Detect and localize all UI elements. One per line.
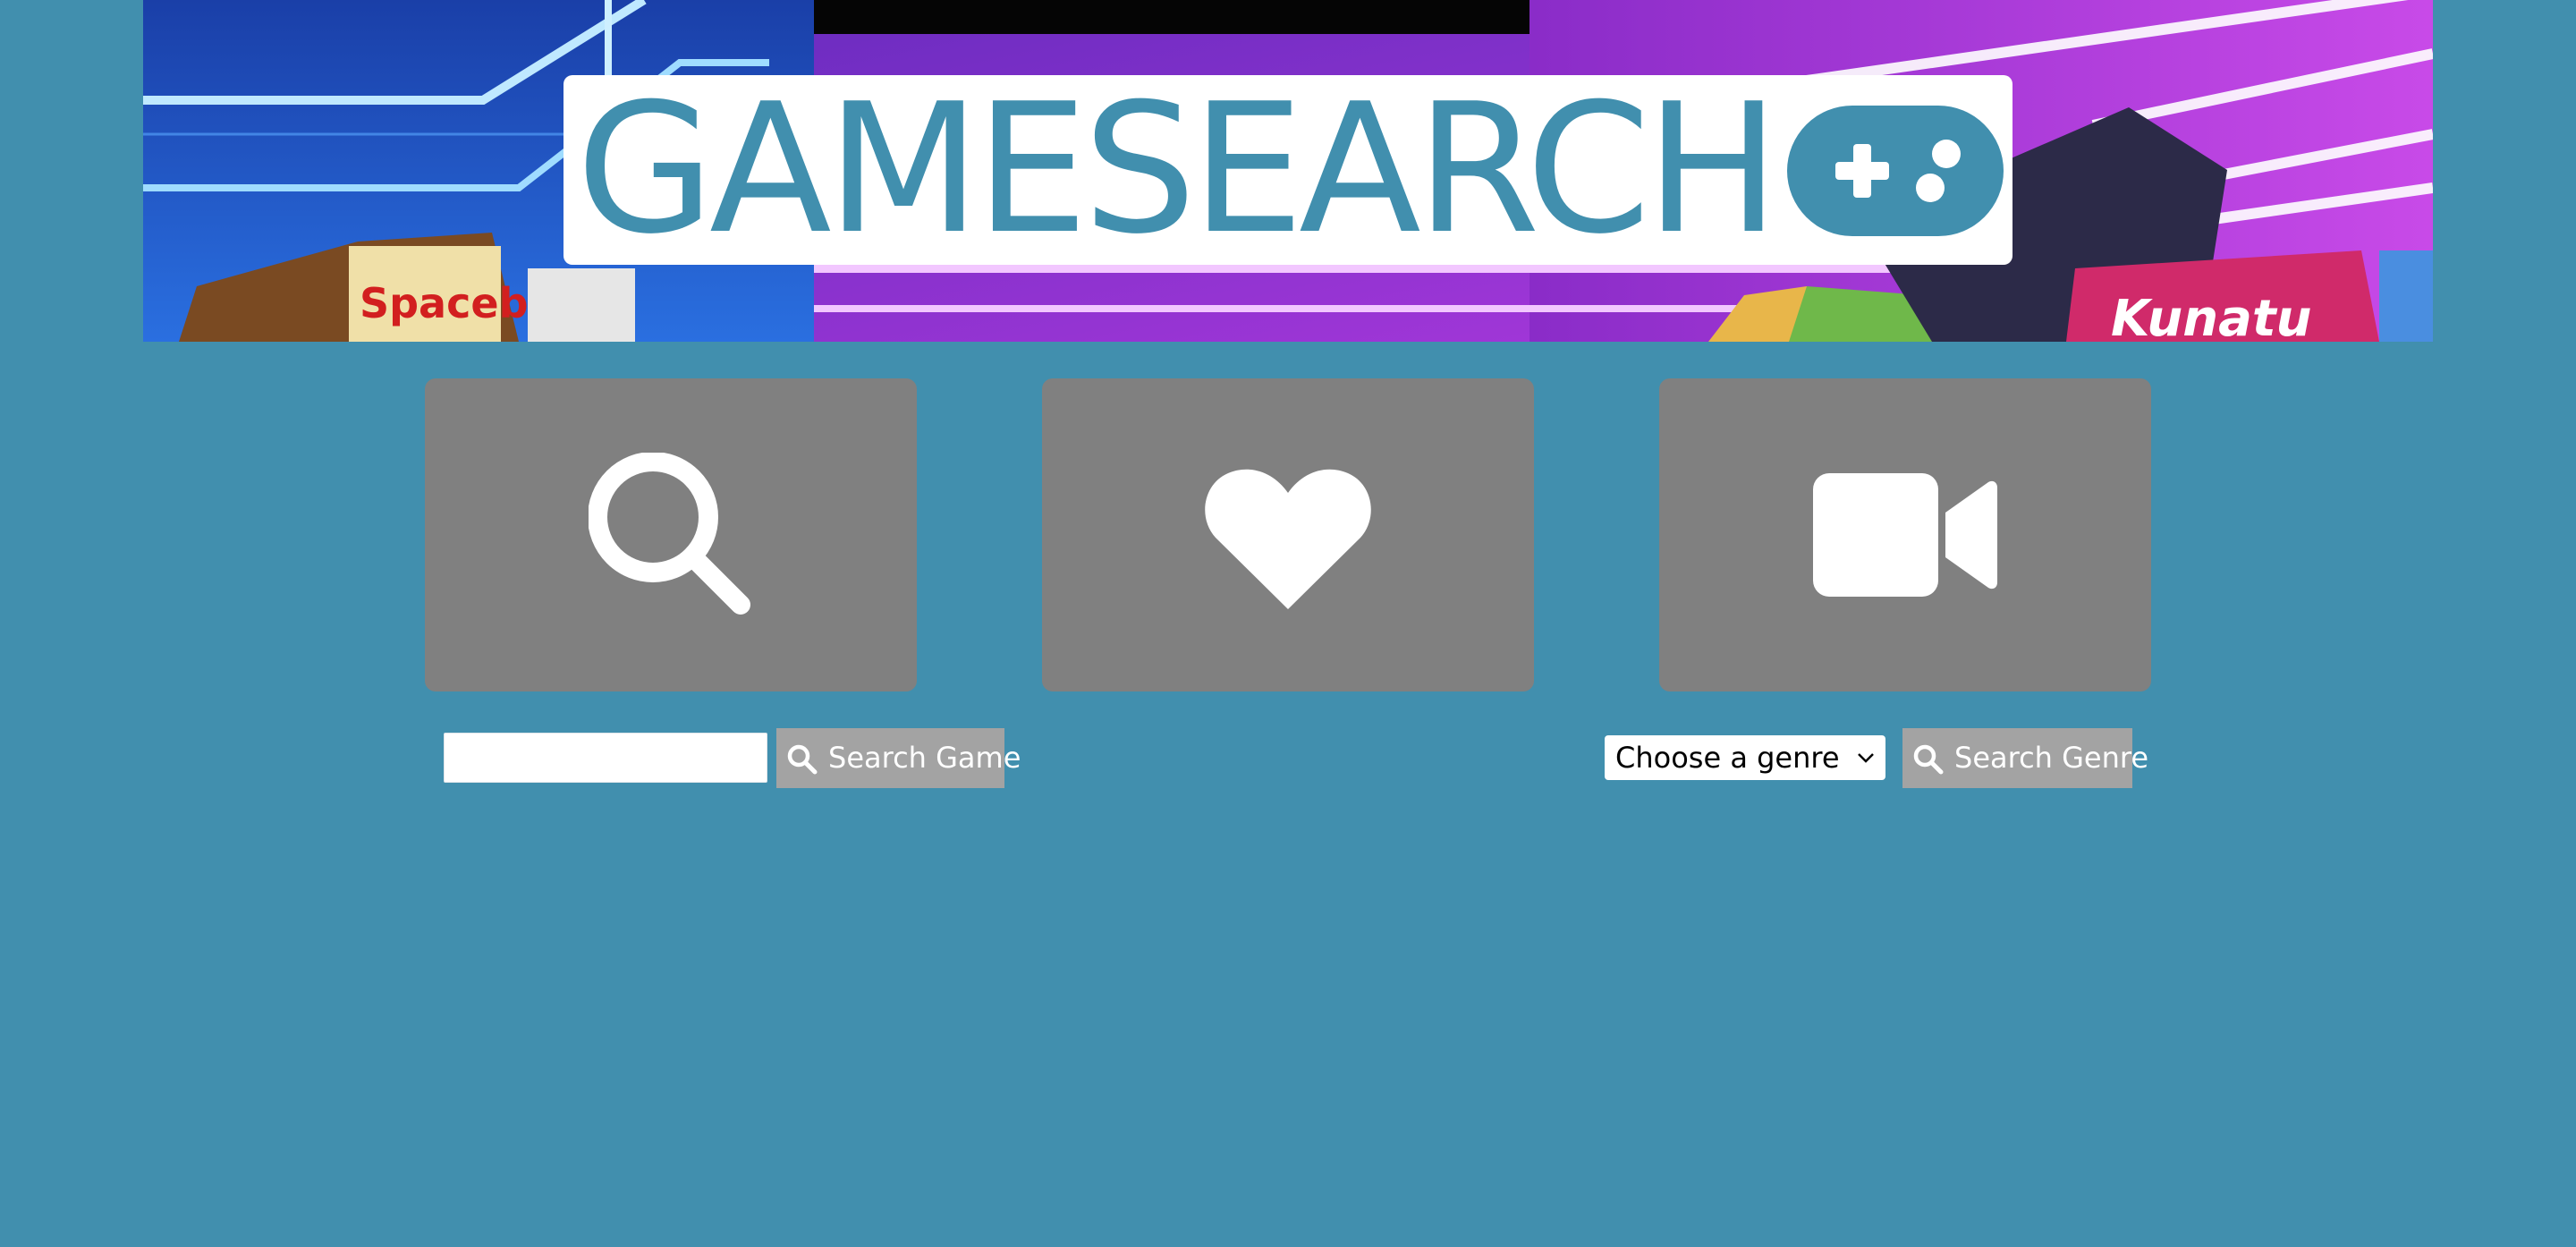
search-input[interactable] xyxy=(444,733,767,783)
genre-select-value: Choose a genre xyxy=(1615,741,1840,775)
search-game-button-label: Search Game xyxy=(828,741,1021,775)
svg-text:Kunatu: Kunatu xyxy=(2111,290,2312,342)
video-camera-icon xyxy=(1813,473,1997,597)
gamepad-icon xyxy=(1787,106,2004,236)
heart-icon xyxy=(1205,469,1371,609)
search-tile[interactable] xyxy=(425,378,917,691)
hero-banner: Spaceba Kunatu GAMESEARCH xyxy=(143,0,2433,342)
search-icon xyxy=(1913,744,1944,775)
svg-text:Spaceba: Spaceba xyxy=(360,279,556,327)
logo-text: GAMESEARCH xyxy=(576,65,1780,274)
search-genre-button-label: Search Genre xyxy=(1954,741,2149,775)
chevron-down-icon xyxy=(1858,753,1874,763)
search-icon xyxy=(589,453,750,615)
videos-tile[interactable] xyxy=(1659,378,2151,691)
search-genre-button[interactable]: Search Genre xyxy=(1902,728,2148,788)
search-icon xyxy=(787,744,818,775)
favorites-tile[interactable] xyxy=(1042,378,1534,691)
search-game-button[interactable]: Search Game xyxy=(776,728,1021,788)
genre-select[interactable]: Choose a genre xyxy=(1605,735,1885,780)
logo[interactable]: GAMESEARCH xyxy=(564,70,2012,270)
